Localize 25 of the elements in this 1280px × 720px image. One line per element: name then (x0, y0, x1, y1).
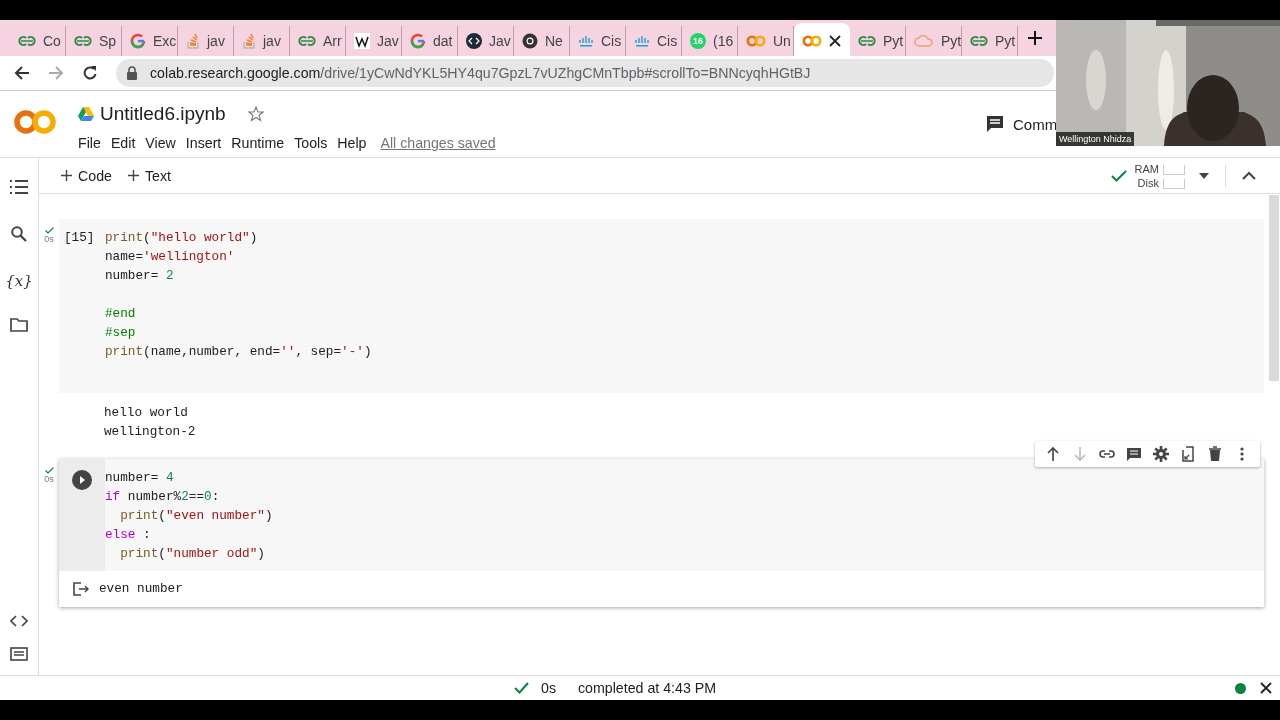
menu-item[interactable]: Insert (180, 131, 227, 155)
address-field[interactable]: colab.research.google.com/drive/1yCwNdYKL5HY4qu7GpzL7vUZhgCMnTbpb#scrollTo=BNNcyqhHGtBJ (116, 59, 1054, 87)
menu-item[interactable]: Tools (289, 131, 333, 155)
menu-item[interactable]: Help (332, 131, 372, 155)
add-cell-button[interactable]: Code (55, 163, 118, 188)
save-status-link[interactable]: All changes saved (380, 135, 496, 151)
status-message: completed at 4:43 PM (578, 680, 716, 696)
notebook-title[interactable]: Untitled6.ipynb (100, 103, 226, 125)
participant-name: Wellington Nhidza (1056, 132, 1135, 146)
resource-meter[interactable]: RAM Disk (1134, 161, 1185, 190)
execution-count: [15] (63, 229, 96, 247)
menu-item[interactable]: Runtime (226, 131, 290, 155)
menu-item[interactable]: File (73, 131, 106, 155)
notification-badge: 16 (690, 33, 706, 49)
cell-output: even number (99, 580, 183, 598)
run-time: 0s (44, 234, 54, 244)
add-cell-button[interactable]: Text (121, 163, 177, 188)
menu-item[interactable]: View (140, 131, 181, 155)
menu-item[interactable]: Edit (105, 131, 141, 155)
run-time: 0s (44, 474, 54, 484)
code-editor[interactable]: print("hello world") name='wellington' number= 2 #end #sep print(name,number, end='', sep='-') (105, 228, 1264, 385)
comment-button[interactable]: Comm (986, 115, 1058, 133)
variables-icon[interactable]: {x} (5, 272, 33, 290)
cell-output: hello world wellington-2 (104, 404, 196, 441)
execution-time: 0s (541, 680, 556, 696)
